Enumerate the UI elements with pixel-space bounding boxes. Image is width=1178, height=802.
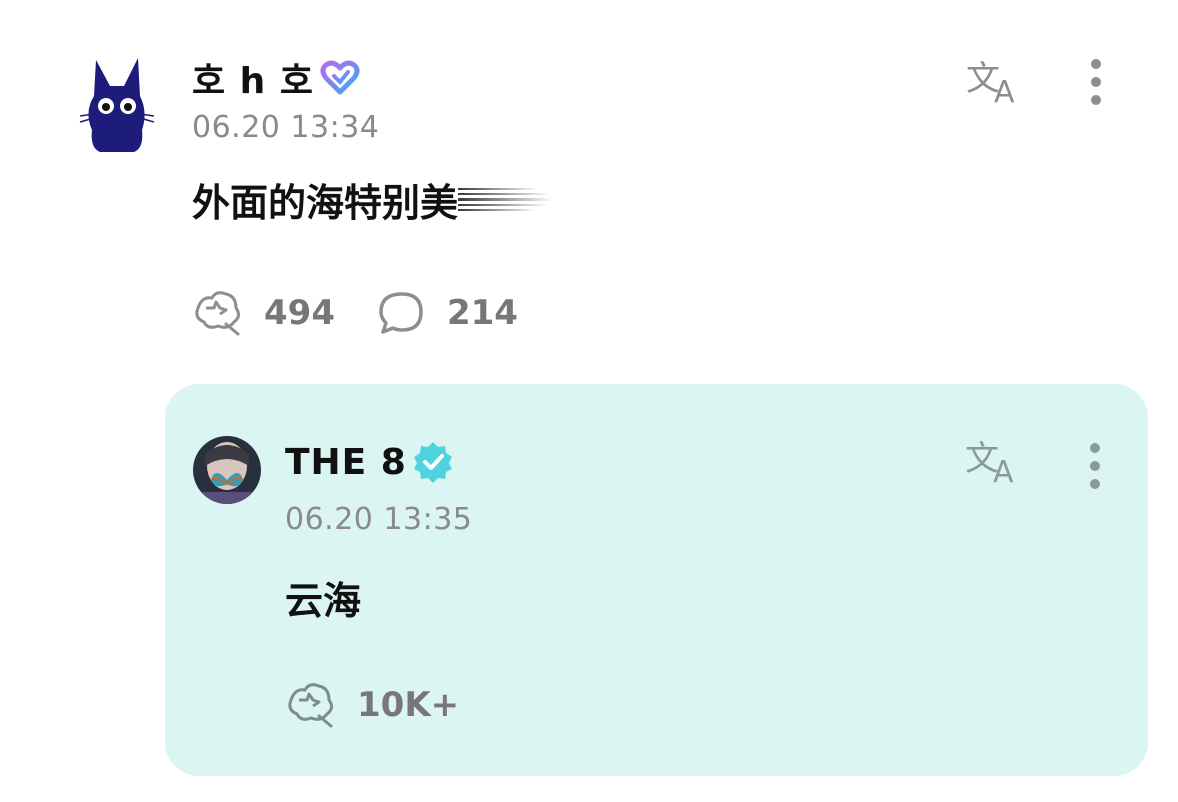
cat-avatar[interactable] bbox=[78, 52, 154, 156]
heart-badge-icon bbox=[320, 60, 360, 95]
like-icon bbox=[195, 291, 241, 336]
comment-count: 214 bbox=[446, 293, 518, 333]
like-icon bbox=[288, 683, 334, 728]
like-count: 494 bbox=[264, 293, 335, 333]
like-button[interactable]: 10K+ bbox=[285, 680, 459, 730]
like-button[interactable]: 494 bbox=[192, 288, 335, 338]
post-actions: 494 214 bbox=[192, 288, 558, 338]
post-timestamp: 06.20 13:34 bbox=[192, 110, 380, 145]
post-content-text: 外面的海特别美 bbox=[192, 181, 459, 225]
reply-content-text: 云海 bbox=[285, 579, 362, 623]
reply-username-text: THE 8 bbox=[285, 441, 407, 483]
comment-icon bbox=[379, 292, 423, 334]
like-count: 10K+ bbox=[357, 685, 460, 725]
translate-icon[interactable]: 文 A bbox=[964, 56, 1026, 106]
reply-content: 云海 bbox=[285, 570, 361, 625]
verified-check-icon bbox=[413, 442, 452, 483]
post-content: 外面的海特别美 bbox=[192, 172, 555, 227]
post: 호 h 호 06.20 13:34 外面的海特别美 文 A 494 214 bbox=[0, 0, 1178, 360]
translate-icon[interactable]: 文 A bbox=[963, 436, 1025, 486]
reply-avatar[interactable] bbox=[193, 436, 261, 504]
post-username-text: 호 h 호 bbox=[192, 61, 314, 102]
reply-card: THE 8 06.20 13:35 云海 文 A 10K+ bbox=[165, 384, 1148, 776]
reply-timestamp: 06.20 13:35 bbox=[285, 502, 473, 537]
svg-text:A: A bbox=[994, 75, 1015, 106]
reply-username[interactable]: THE 8 bbox=[285, 440, 455, 484]
more-vertical-icon[interactable] bbox=[1086, 56, 1106, 108]
svg-text:A: A bbox=[993, 455, 1014, 486]
more-vertical-icon[interactable] bbox=[1085, 440, 1105, 492]
comment-button[interactable]: 214 bbox=[375, 288, 518, 338]
post-username[interactable]: 호 h 호 bbox=[192, 52, 362, 104]
reply-actions: 10K+ bbox=[285, 680, 499, 730]
speed-lines-decoration bbox=[458, 187, 555, 211]
